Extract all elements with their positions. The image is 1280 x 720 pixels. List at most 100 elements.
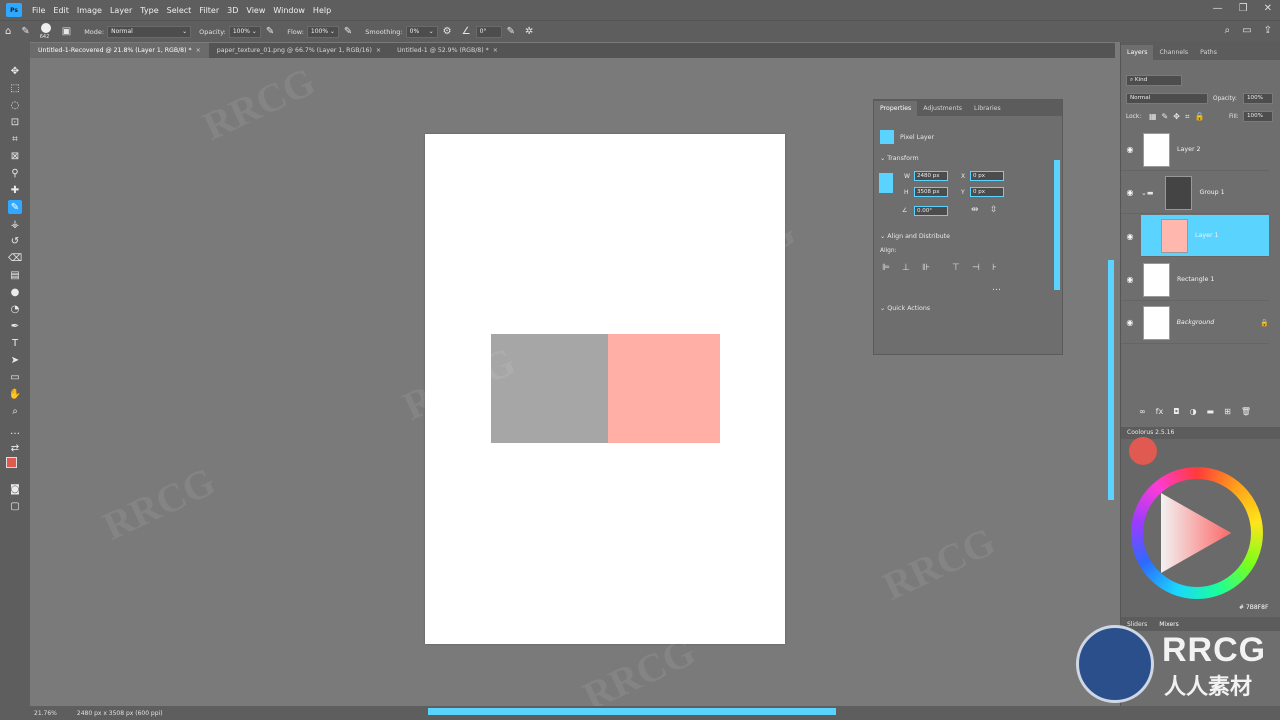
flow-field[interactable]: 100% ⌄ [306,25,339,38]
align-section-title[interactable]: ⌄ Align and Distribute [880,233,950,240]
tab-properties[interactable]: Properties [874,101,918,116]
horizontal-scrollbar[interactable] [428,708,836,715]
hand-tool-icon[interactable]: ✋ [8,387,22,401]
eye-icon[interactable]: ◉ [1121,188,1139,197]
foreground-color-swatch[interactable] [6,457,17,468]
align-middle-icon[interactable]: ⊣ [972,263,980,273]
move-tool-icon[interactable]: ✥ [8,64,22,78]
eye-icon[interactable]: ◉ [1121,145,1139,154]
menu-type[interactable]: Type [136,6,162,15]
layer-row-group-1[interactable]: ◉ ⌄▬ Group 1 [1121,172,1269,214]
opacity-field[interactable]: 100% ⌄ [228,25,261,38]
type-tool-icon[interactable]: T [8,336,22,350]
document-tab[interactable]: paper_texture_01.png @ 66.7% (Layer 1, R… [209,43,389,58]
hex-value[interactable]: # 7B8F8F [1239,604,1268,611]
fx-icon[interactable]: fx [1156,407,1164,416]
align-left-icon[interactable]: ⊫ [882,263,890,273]
document-tab[interactable]: Untitled-1-Recovered @ 21.8% (Layer 1, R… [30,43,209,58]
trash-icon[interactable]: 🗑 [1241,407,1251,416]
transform-section-title[interactable]: ⌄ Transform [880,155,919,162]
tab-layers[interactable]: Layers [1121,45,1154,60]
smoothing-field[interactable]: 0% ⌄ [405,25,438,38]
close-icon[interactable]: ✕ [1264,3,1272,14]
width-field[interactable]: 2480 px [914,171,948,181]
pressure-opacity-icon[interactable]: ✎ [266,26,274,37]
object-select-tool-icon[interactable]: ⊡ [8,115,22,129]
flip-horizontal-icon[interactable]: ⇹ [971,205,979,215]
tab-channels[interactable]: Channels [1153,45,1194,60]
path-selection-tool-icon[interactable]: ➤ [8,353,22,367]
workspace-icon[interactable]: ▭ [1242,25,1251,36]
gradient-tool-icon[interactable]: ▤ [8,268,22,282]
menu-help[interactable]: Help [309,6,335,15]
layer-opacity-field[interactable]: 100% [1243,93,1273,104]
menu-view[interactable]: View [242,6,269,15]
crop-tool-icon[interactable]: ⌗ [8,132,22,146]
marquee-tool-icon[interactable]: ⬚ [8,81,22,95]
document-tab[interactable]: Untitled-1 @ 52.9% (RGB/8) * × [389,43,506,58]
menu-select[interactable]: Select [163,6,196,15]
home-icon[interactable]: ⌂ [5,26,11,37]
eyedropper-tool-icon[interactable]: ⚲ [8,166,22,180]
menu-edit[interactable]: Edit [49,6,73,15]
properties-scrollbar[interactable] [1054,160,1060,290]
layer-row-layer-2[interactable]: ◉ Layer 2 [1121,129,1269,171]
layer-row-background[interactable]: ◉ Background 🔒 [1121,302,1269,344]
airbrush-icon[interactable]: ✎ [344,26,352,37]
symmetry-icon[interactable]: ✲ [525,26,533,37]
eye-icon[interactable]: ◉ [1121,318,1139,327]
quick-mask-icon[interactable]: ◙ [8,482,22,496]
menu-file[interactable]: File [28,6,49,15]
zoom-tool-icon[interactable]: ⌕ [8,404,22,418]
search-icon[interactable]: ⌕ [1225,25,1231,36]
more-options-icon[interactable]: … [992,283,1001,293]
mode-select[interactable]: Normal ⌄ [107,25,192,38]
angle-field[interactable]: 0.00° [914,206,948,216]
pink-pixel-layer-shape[interactable] [608,334,720,443]
height-field[interactable]: 3508 px [914,187,948,197]
current-color-swatch[interactable] [1129,437,1157,465]
minimize-icon[interactable]: — [1213,3,1223,14]
eye-icon[interactable]: ◉ [1121,275,1139,284]
x-field[interactable]: 0 px [970,171,1004,181]
rectangle-tool-icon[interactable]: ▭ [8,370,22,384]
zoom-level[interactable]: 21.76% [34,710,57,717]
history-brush-tool-icon[interactable]: ↺ [8,234,22,248]
clone-stamp-tool-icon[interactable]: ⚶ [8,217,22,231]
layer-row-layer-1[interactable]: Layer 1 [1141,215,1269,257]
brush-settings-icon[interactable]: ▣ [62,26,71,37]
dock-scrollbar[interactable] [1108,260,1114,500]
close-icon[interactable]: × [493,47,498,58]
align-bottom-icon[interactable]: ⊦ [992,263,997,273]
document-info[interactable]: 2480 px x 3508 px (600 ppi) [77,710,163,717]
healing-brush-tool-icon[interactable]: ✚ [8,183,22,197]
eye-icon[interactable]: ◉ [1121,232,1139,241]
menu-3d[interactable]: 3D [223,6,242,15]
lock-icons[interactable]: ▦✎✥⌗🔒 [1149,112,1209,122]
swap-colors-icon[interactable]: ⇄ [8,441,22,455]
tab-adjustments[interactable]: Adjustments [917,101,968,116]
screen-mode-icon[interactable]: ▢ [8,499,22,513]
adjustment-icon[interactable]: ◑ [1190,407,1197,416]
pressure-size-icon[interactable]: ✎ [507,26,515,37]
folder-icon[interactable]: ▬ [1207,407,1215,416]
flip-vertical-icon[interactable]: ⇳ [990,205,998,215]
link-proportions-icon[interactable] [879,173,893,193]
lasso-tool-icon[interactable]: ◌ [8,98,22,112]
brush-tool-icon[interactable]: ✎ [21,26,29,37]
menu-window[interactable]: Window [269,6,309,15]
blend-mode-select[interactable]: Normal [1126,93,1208,104]
brush-tool-icon[interactable]: ✎ [8,200,22,214]
close-icon[interactable]: × [196,47,201,58]
dodge-tool-icon[interactable]: ◔ [8,302,22,316]
menu-image[interactable]: Image [73,6,106,15]
align-center-icon[interactable]: ⊥ [902,263,910,273]
brush-preset-picker[interactable]: 642 [35,22,57,42]
align-right-icon[interactable]: ⊪ [922,263,930,273]
tab-paths[interactable]: Paths [1194,45,1223,60]
new-layer-icon[interactable]: ⊞ [1224,407,1231,416]
y-field[interactable]: 0 px [970,187,1004,197]
blur-tool-icon[interactable]: ● [8,285,22,299]
align-top-icon[interactable]: ⊤ [952,263,960,273]
share-icon[interactable]: ⇪ [1264,25,1272,36]
